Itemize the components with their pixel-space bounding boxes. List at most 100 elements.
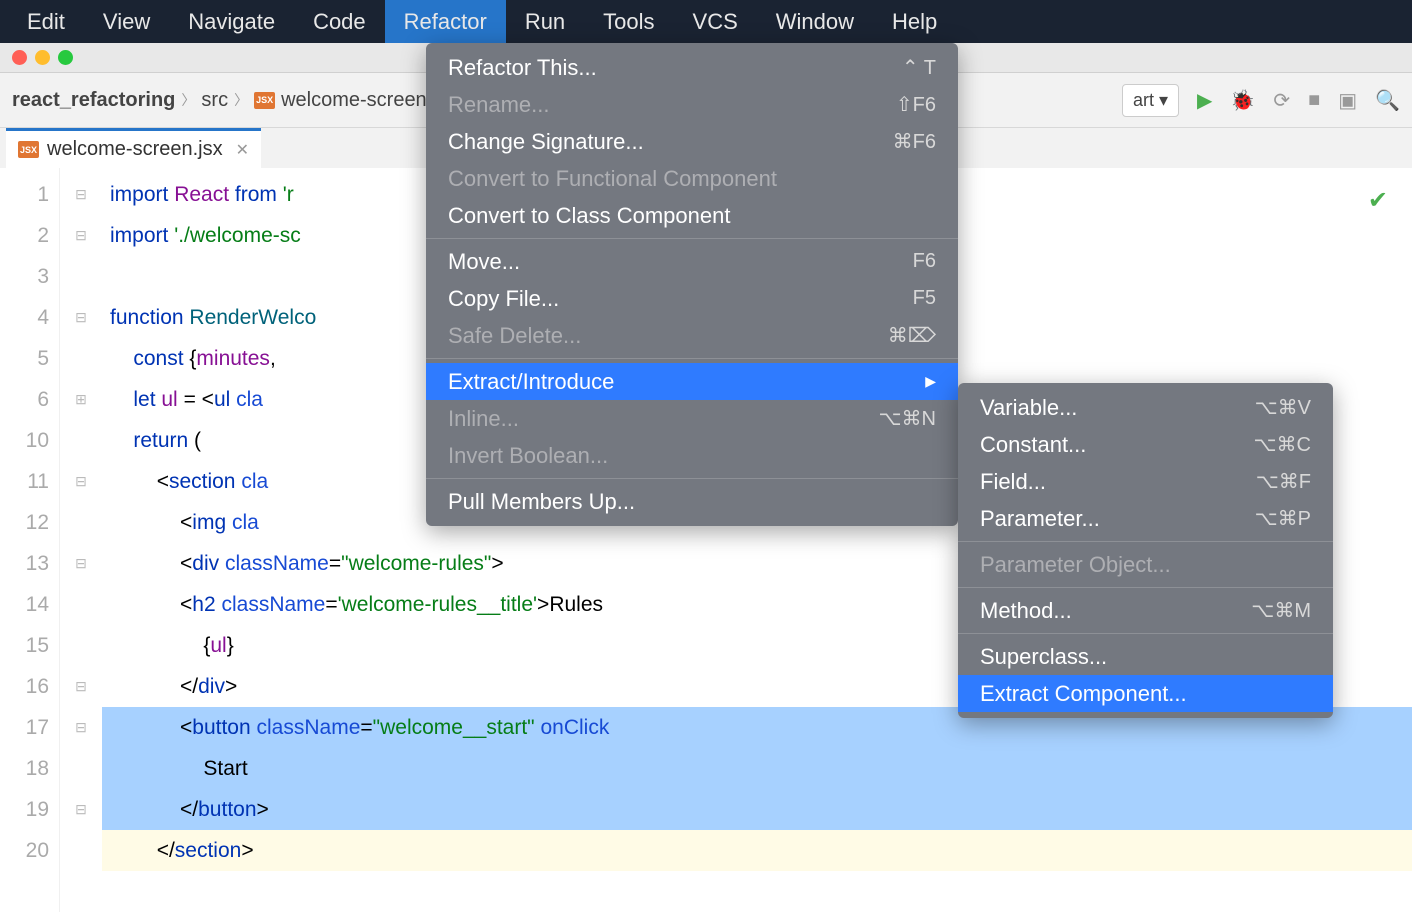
menu-item[interactable]: Field...⌥⌘F — [958, 463, 1333, 500]
line-number: 6 — [0, 379, 49, 420]
line-number: 14 — [0, 584, 49, 625]
menu-item-label: Copy File... — [448, 286, 559, 312]
menubar: Edit View Navigate Code Refactor Run Too… — [0, 0, 1412, 43]
line-number: 12 — [0, 502, 49, 543]
menu-shortcut: ⌥⌘C — [1254, 432, 1312, 457]
menu-navigate[interactable]: Navigate — [169, 0, 294, 43]
attach-icon[interactable]: ▣ — [1338, 88, 1357, 113]
menu-run[interactable]: Run — [506, 0, 584, 43]
menu-separator — [426, 238, 958, 239]
close-icon[interactable]: ✕ — [236, 140, 249, 160]
menu-shortcut: ⇧F6 — [896, 92, 936, 117]
menu-item-label: Extract/Introduce — [448, 369, 614, 395]
menu-item: Rename...⇧F6 — [426, 86, 958, 123]
menu-item[interactable]: Extract Component... — [958, 675, 1333, 712]
menu-view[interactable]: View — [84, 0, 169, 43]
menu-code[interactable]: Code — [294, 0, 385, 43]
menu-item-label: Invert Boolean... — [448, 443, 608, 469]
window-maximize-button[interactable] — [58, 50, 73, 65]
menu-vcs[interactable]: VCS — [674, 0, 757, 43]
fold-icon[interactable]: ⊟ — [60, 215, 102, 256]
menu-shortcut: ⌃ T — [902, 55, 936, 80]
window-close-button[interactable] — [12, 50, 27, 65]
menu-item-label: Convert to Class Component — [448, 203, 730, 229]
tab-welcome-screen[interactable]: JSX welcome-screen.jsx ✕ — [6, 128, 261, 168]
menu-item[interactable]: Extract/Introduce▶ — [426, 363, 958, 400]
breadcrumb-project[interactable]: react_refactoring — [12, 89, 175, 112]
line-number: 20 — [0, 830, 49, 871]
fold-icon[interactable]: ⊟ — [60, 666, 102, 707]
menu-tools[interactable]: Tools — [584, 0, 673, 43]
menu-item-label: Safe Delete... — [448, 323, 581, 349]
line-number: 18 — [0, 748, 49, 789]
fold-icon[interactable]: ⊟ — [60, 461, 102, 502]
menu-item[interactable]: Pull Members Up... — [426, 483, 958, 520]
menu-shortcut: ⌘⌦ — [888, 323, 936, 348]
menu-shortcut: F5 — [913, 287, 936, 310]
fold-icon[interactable]: ⊟ — [60, 174, 102, 215]
line-number: 4 — [0, 297, 49, 338]
menu-item-label: Variable... — [980, 395, 1077, 421]
menu-separator — [426, 358, 958, 359]
fold-icon[interactable]: ⊟ — [60, 707, 102, 748]
extract-submenu: Variable...⌥⌘VConstant...⌥⌘CField...⌥⌘FP… — [958, 383, 1333, 718]
line-number: 10 — [0, 420, 49, 461]
run-config-select[interactable]: art ▾ — [1122, 84, 1179, 117]
fold-icon[interactable]: ⊞ — [60, 379, 102, 420]
fold-icon[interactable]: ⊟ — [60, 543, 102, 584]
menu-item: Safe Delete... ⌘⌦ — [426, 317, 958, 354]
inspection-ok-icon[interactable]: ✔ — [1368, 180, 1388, 221]
line-number: 5 — [0, 338, 49, 379]
chevron-right-icon: 〉 — [181, 90, 195, 110]
menu-shortcut: ⌥⌘F — [1256, 469, 1311, 494]
menu-item[interactable]: Method...⌥⌘M — [958, 592, 1333, 629]
menu-shortcut: ⌥⌘V — [1255, 395, 1311, 420]
fold-icon[interactable]: ⊟ — [60, 789, 102, 830]
menu-item-label: Superclass... — [980, 644, 1107, 670]
menu-item: Parameter Object... — [958, 546, 1333, 583]
menu-item: Convert to Functional Component — [426, 160, 958, 197]
menu-item-label: Extract Component... — [980, 681, 1187, 707]
menu-edit[interactable]: Edit — [8, 0, 84, 43]
line-number: 11 — [0, 461, 49, 502]
menu-refactor[interactable]: Refactor — [385, 0, 506, 43]
tab-label: welcome-screen.jsx — [47, 138, 223, 161]
menu-separator — [958, 587, 1333, 588]
run-config-label: art — [1133, 90, 1154, 111]
line-number: 16 — [0, 666, 49, 707]
line-number: 13 — [0, 543, 49, 584]
line-number: 3 — [0, 256, 49, 297]
menu-item[interactable]: Constant... ⌥⌘C — [958, 426, 1333, 463]
menu-shortcut: F6 — [913, 250, 936, 273]
menu-item[interactable]: Refactor This... ⌃ T — [426, 49, 958, 86]
menu-window[interactable]: Window — [757, 0, 873, 43]
menu-help[interactable]: Help — [873, 0, 956, 43]
run-coverage-icon[interactable]: ⟳ — [1273, 88, 1290, 113]
menu-item-label: Constant... — [980, 432, 1086, 458]
menu-item[interactable]: Parameter...⌥⌘P — [958, 500, 1333, 537]
menu-separator — [958, 633, 1333, 634]
menu-item-label: Pull Members Up... — [448, 489, 635, 515]
breadcrumb: react_refactoring 〉 src 〉 JSX welcome-sc… — [12, 89, 457, 112]
menu-item[interactable]: Convert to Class Component — [426, 197, 958, 234]
menu-item[interactable]: Variable... ⌥⌘V — [958, 389, 1333, 426]
menu-item-label: Inline... — [448, 406, 519, 432]
chevron-right-icon: 〉 — [234, 90, 248, 110]
search-icon[interactable]: 🔍 — [1375, 88, 1400, 113]
menu-item[interactable]: Change Signature...⌘F6 — [426, 123, 958, 160]
menu-item-label: Refactor This... — [448, 55, 597, 81]
menu-item[interactable]: Move... F6 — [426, 243, 958, 280]
fold-icon[interactable]: ⊟ — [60, 297, 102, 338]
menu-item: Inline...⌥⌘N — [426, 400, 958, 437]
menu-item-label: Move... — [448, 249, 520, 275]
window-minimize-button[interactable] — [35, 50, 50, 65]
debug-icon[interactable]: 🐞 — [1230, 88, 1255, 113]
breadcrumb-folder[interactable]: src — [201, 89, 228, 112]
stop-icon[interactable]: ■ — [1308, 89, 1320, 112]
menu-item[interactable]: Copy File... F5 — [426, 280, 958, 317]
line-number: 1 — [0, 174, 49, 215]
menu-item[interactable]: Superclass... — [958, 638, 1333, 675]
menu-item-label: Method... — [980, 598, 1072, 624]
play-icon[interactable]: ▶ — [1197, 88, 1212, 113]
line-number: 19 — [0, 789, 49, 830]
